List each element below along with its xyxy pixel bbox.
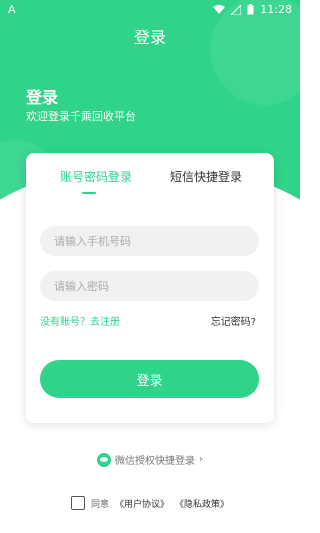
privacy-policy-link[interactable]: 《隐私政策》 — [175, 497, 229, 510]
phone-input[interactable] — [40, 226, 259, 256]
wechat-login[interactable]: 微信授权快捷登录 › — [0, 452, 300, 467]
tab-sms-login[interactable]: 短信快捷登录 — [170, 168, 242, 185]
login-card: 账号密码登录 短信快捷登录 没有账号？去注册 忘记密码? 登录 — [26, 153, 274, 423]
notification-icon: A — [8, 3, 16, 16]
password-input[interactable] — [40, 271, 259, 301]
active-tab-indicator — [82, 192, 96, 194]
chevron-right-icon: › — [199, 454, 203, 465]
tab-password-login[interactable]: 账号密码登录 — [60, 168, 132, 185]
agreement-prefix: 同意 — [90, 499, 109, 510]
status-bar: A 11:28 — [0, 0, 300, 20]
register-link[interactable]: 没有账号？去注册 — [40, 313, 120, 328]
wechat-icon — [97, 452, 111, 467]
user-agreement-link[interactable]: 《用户协议》 — [115, 497, 169, 510]
welcome-subtitle: 欢迎登录千乘回收平台 — [26, 110, 136, 123]
welcome-title: 登录 — [26, 88, 59, 107]
signal-icon — [231, 4, 242, 15]
wifi-icon — [213, 4, 226, 14]
status-right: 11:28 — [213, 3, 292, 16]
agreement-checkbox[interactable] — [70, 496, 85, 510]
wechat-login-label: 微信授权快捷登录 — [115, 456, 195, 467]
battery-icon — [247, 4, 254, 15]
clock: 11:28 — [260, 3, 292, 16]
page-title: 登录 — [133, 28, 166, 47]
agreement-row: 同意 《用户协议》 《隐私政策》 — [0, 496, 300, 510]
forgot-password-link[interactable]: 忘记密码? — [211, 313, 256, 328]
login-button[interactable]: 登录 — [40, 360, 259, 398]
